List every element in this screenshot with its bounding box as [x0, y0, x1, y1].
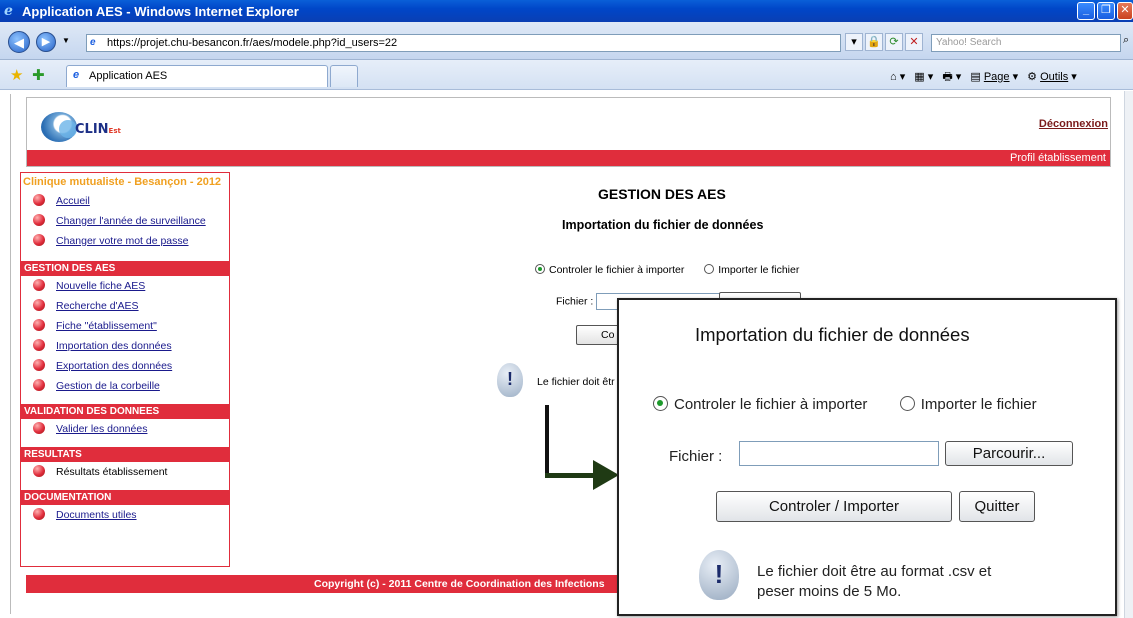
page-title: GESTION DES AES	[598, 186, 726, 202]
zoom-file-label: Fichier :	[669, 448, 723, 465]
section-gestion-aes: GESTION DES AES	[21, 261, 229, 276]
command-bar: ⌂ ▾ ▦ ▾ 🖶 ▾ ▤ Page ▾ ⚙ Outils ▾	[890, 68, 1083, 87]
zoom-radios: Controler le fichier à importer Importer…	[653, 396, 1037, 413]
new-tab-button[interactable]	[330, 65, 358, 87]
sidebar: Clinique mutualiste - Besançon - 2012 Ac…	[20, 172, 230, 567]
ie-icon: e	[4, 3, 13, 19]
zoom-info-line1: Le fichier doit être au format .csv et	[757, 563, 992, 580]
zoom-radio-import[interactable]	[899, 396, 915, 411]
zoom-browse-button[interactable]: Parcourir...	[945, 441, 1073, 466]
sidebar-item-accueil[interactable]: Accueil	[21, 191, 229, 211]
add-favorite-icon[interactable]: ✚	[32, 66, 45, 84]
radio-check-label: Controler le fichier à importer	[549, 264, 685, 276]
forward-button[interactable]: ▶	[36, 32, 56, 52]
bullet-icon	[33, 339, 45, 351]
lock-icon[interactable]: 🔒	[865, 33, 883, 51]
bullet-icon	[33, 279, 45, 291]
stop-icon[interactable]: ✕	[905, 33, 923, 51]
sidebar-item-results: Résultats établissement	[21, 462, 229, 482]
cclin-logo: CLINEst	[41, 110, 121, 146]
vertical-scrollbar[interactable]	[1124, 91, 1133, 618]
arrow-vertical	[545, 405, 549, 477]
section-documentation: DOCUMENTATION	[21, 490, 229, 505]
tab-label: Application AES	[89, 70, 168, 82]
sidebar-item-change-year[interactable]: Changer l'année de surveillance	[21, 211, 229, 231]
sidebar-item-change-password[interactable]: Changer votre mot de passe	[21, 231, 229, 251]
bullet-icon	[33, 234, 45, 246]
page-icon: e	[90, 37, 96, 48]
bullet-icon	[33, 194, 45, 206]
import-mode-radios: Controler le fichier à importer Importer…	[535, 264, 799, 276]
establishment-name: Clinique mutualiste - Besançon - 2012	[23, 176, 222, 188]
address-tools: ▾ 🔒 ⟳ ✕	[845, 33, 925, 53]
page-menu[interactable]: ▤ Page ▾	[970, 71, 1018, 83]
sidebar-item-new-aes[interactable]: Nouvelle fiche AES	[21, 276, 229, 296]
zoom-info-bulb-icon: !	[699, 550, 739, 600]
profile-bar: Profil établissement	[27, 150, 1110, 166]
dropdown-icon[interactable]: ▾	[845, 33, 863, 51]
close-button[interactable]: ✕	[1117, 2, 1133, 20]
bullet-icon	[33, 299, 45, 311]
back-button[interactable]: ◀	[8, 31, 30, 53]
bullet-icon	[33, 379, 45, 391]
zoom-radio-check-label: Controler le fichier à importer	[674, 396, 868, 413]
zoom-info-line2: peser moins de 5 Mo.	[757, 583, 902, 600]
window-title: Application AES - Windows Internet Explo…	[22, 4, 299, 19]
logout-link[interactable]: Déconnexion	[1039, 118, 1108, 130]
logo-text: CLINEst	[75, 122, 121, 137]
zoom-info-text: Le fichier doit être au format .csv et p…	[757, 562, 991, 602]
bullet-icon	[33, 422, 45, 434]
page-subtitle: Importation du fichier de données	[562, 218, 764, 232]
sidebar-item-export[interactable]: Exportation des données	[21, 356, 229, 376]
radio-check-file[interactable]	[535, 264, 545, 274]
zoom-quit-button[interactable]: Quitter	[959, 491, 1035, 522]
info-text: Le fichier doit êtr	[537, 376, 615, 388]
zoom-radio-import-label: Importer le fichier	[920, 396, 1037, 413]
address-field[interactable]: e https://projet.chu-besancon.fr/aes/mod…	[86, 34, 841, 52]
address-toolbar: ◀ ▶ ▼ e https://projet.chu-besancon.fr/a…	[0, 22, 1133, 60]
sidebar-item-import[interactable]: Importation des données	[21, 336, 229, 356]
tabs-toolbar: ★ ✚ e Application AES ⌂ ▾ ▦ ▾ 🖶 ▾ ▤ Page…	[0, 60, 1133, 90]
arrow-head-icon	[593, 460, 619, 490]
sidebar-item-validate[interactable]: Valider les données	[21, 419, 229, 439]
feeds-icon[interactable]: ▦ ▾	[914, 71, 933, 83]
section-resultats: RESULTATS	[21, 447, 229, 462]
minimize-button[interactable]: _	[1077, 2, 1095, 20]
search-input[interactable]: Yahoo! Search	[931, 34, 1121, 52]
zoom-file-input[interactable]	[739, 441, 939, 466]
sidebar-item-documents[interactable]: Documents utiles	[21, 505, 229, 525]
print-icon[interactable]: 🖶 ▾	[942, 71, 961, 83]
section-validation: VALIDATION DES DONNEES	[21, 404, 229, 419]
zoom-callout: Importation du fichier de données Contro…	[617, 298, 1117, 616]
bullet-icon	[33, 465, 45, 477]
radio-import-file[interactable]	[704, 264, 715, 274]
favorites-star-icon[interactable]: ★	[10, 66, 23, 84]
bullet-icon	[33, 319, 45, 331]
info-bulb-icon: !	[497, 363, 523, 397]
radio-import-label: Importer le fichier	[718, 264, 800, 276]
ie-tab-icon: e	[73, 69, 80, 81]
arrow-horizontal	[545, 473, 595, 478]
bullet-icon	[33, 508, 45, 520]
address-url: https://projet.chu-besancon.fr/aes/model…	[107, 37, 398, 49]
search-icon[interactable]: ⌕	[1123, 34, 1133, 52]
zoom-title: Importation du fichier de données	[695, 324, 970, 345]
sidebar-item-trash[interactable]: Gestion de la corbeille	[21, 376, 229, 396]
zoom-radio-check[interactable]	[653, 396, 668, 411]
maximize-button[interactable]: ❐	[1097, 2, 1115, 20]
zoom-control-import-button[interactable]: Controler / Importer	[716, 491, 952, 522]
history-dropdown-icon[interactable]: ▼	[62, 36, 70, 45]
refresh-icon[interactable]: ⟳	[885, 33, 903, 51]
sidebar-item-fiche-etablissement[interactable]: Fiche "établissement"	[21, 316, 229, 336]
home-icon[interactable]: ⌂ ▾	[890, 71, 905, 83]
tools-menu[interactable]: ⚙ Outils ▾	[1027, 71, 1077, 83]
file-label: Fichier :	[556, 295, 594, 308]
tab-application-aes[interactable]: e Application AES	[66, 65, 328, 87]
site-header: CLINEst Déconnexion Profil établissement	[26, 97, 1111, 167]
window-titlebar: e Application AES - Windows Internet Exp…	[0, 0, 1133, 22]
bullet-icon	[33, 214, 45, 226]
sidebar-item-search-aes[interactable]: Recherche d'AES	[21, 296, 229, 316]
bullet-icon	[33, 359, 45, 371]
